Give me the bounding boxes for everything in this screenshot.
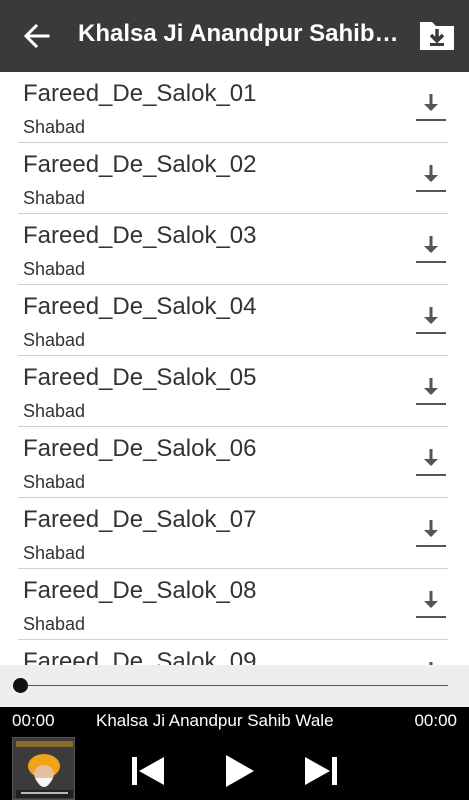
list-item[interactable]: Fareed_De_Salok_02 Shabad xyxy=(18,143,448,214)
elapsed-time: 00:00 xyxy=(12,711,55,730)
list-item[interactable]: Fareed_De_Salok_09 xyxy=(18,640,448,665)
list-item[interactable]: Fareed_De_Salok_01 Shabad xyxy=(18,72,448,143)
track-subtitle: Shabad xyxy=(23,259,86,279)
download-icon[interactable] xyxy=(414,445,448,479)
track-title: Fareed_De_Salok_07 xyxy=(23,506,257,533)
download-icon[interactable] xyxy=(414,374,448,408)
list-item[interactable]: Fareed_De_Salok_03 Shabad xyxy=(18,214,448,285)
download-icon[interactable] xyxy=(414,303,448,337)
list-item[interactable]: Fareed_De_Salok_04 Shabad xyxy=(18,285,448,356)
download-icon[interactable] xyxy=(414,587,448,621)
track-title: Fareed_De_Salok_01 xyxy=(23,80,257,107)
list-item[interactable]: Fareed_De_Salok_05 Shabad xyxy=(18,356,448,427)
track-subtitle: Shabad xyxy=(23,614,86,634)
track-subtitle: Shabad xyxy=(23,472,86,492)
track-title: Fareed_De_Salok_05 xyxy=(23,364,257,391)
download-icon[interactable] xyxy=(414,658,448,665)
track-title: Fareed_De_Salok_09 xyxy=(23,648,257,665)
duration-time: 00:00 xyxy=(414,711,457,730)
seek-thumb[interactable] xyxy=(13,678,28,693)
track-title: Fareed_De_Salok_08 xyxy=(23,577,257,604)
album-art xyxy=(12,737,75,800)
track-subtitle: Shabad xyxy=(23,117,86,137)
track-list: Fareed_De_Salok_01 Shabad Fareed_De_Salok_… xyxy=(0,72,469,665)
download-icon[interactable] xyxy=(414,516,448,550)
track-subtitle: Shabad xyxy=(23,401,86,421)
play-icon[interactable] xyxy=(218,751,258,791)
list-item[interactable]: Fareed_De_Salok_06 Shabad xyxy=(18,427,448,498)
now-playing-title: Khalsa Ji Anandpur Sahib Wale xyxy=(96,711,334,730)
download-icon[interactable] xyxy=(414,90,448,124)
track-title: Fareed_De_Salok_03 xyxy=(23,222,257,249)
track-title: Fareed_De_Salok_02 xyxy=(23,151,257,178)
download-icon[interactable] xyxy=(414,161,448,195)
next-icon[interactable] xyxy=(301,751,341,791)
seek-track[interactable] xyxy=(20,685,448,686)
track-title: Fareed_De_Salok_04 xyxy=(23,293,257,320)
track-subtitle: Shabad xyxy=(23,188,86,208)
folder-download-icon[interactable] xyxy=(418,18,456,52)
player-bar: 00:00 Khalsa Ji Anandpur Sahib Wale 00:0… xyxy=(0,707,469,800)
download-icon[interactable] xyxy=(414,232,448,266)
track-subtitle: Shabad xyxy=(23,543,86,563)
list-item[interactable]: Fareed_De_Salok_07 Shabad xyxy=(18,498,448,569)
previous-icon[interactable] xyxy=(128,751,168,791)
app-bar: Khalsa Ji Anandpur Sahib Wale xyxy=(0,0,469,72)
seek-bar[interactable] xyxy=(0,665,469,707)
track-subtitle: Shabad xyxy=(23,330,86,350)
page-title: Khalsa Ji Anandpur Sahib Wale xyxy=(78,20,403,47)
arrow-back-icon[interactable] xyxy=(22,22,50,50)
track-title: Fareed_De_Salok_06 xyxy=(23,435,257,462)
list-item[interactable]: Fareed_De_Salok_08 Shabad xyxy=(18,569,448,640)
